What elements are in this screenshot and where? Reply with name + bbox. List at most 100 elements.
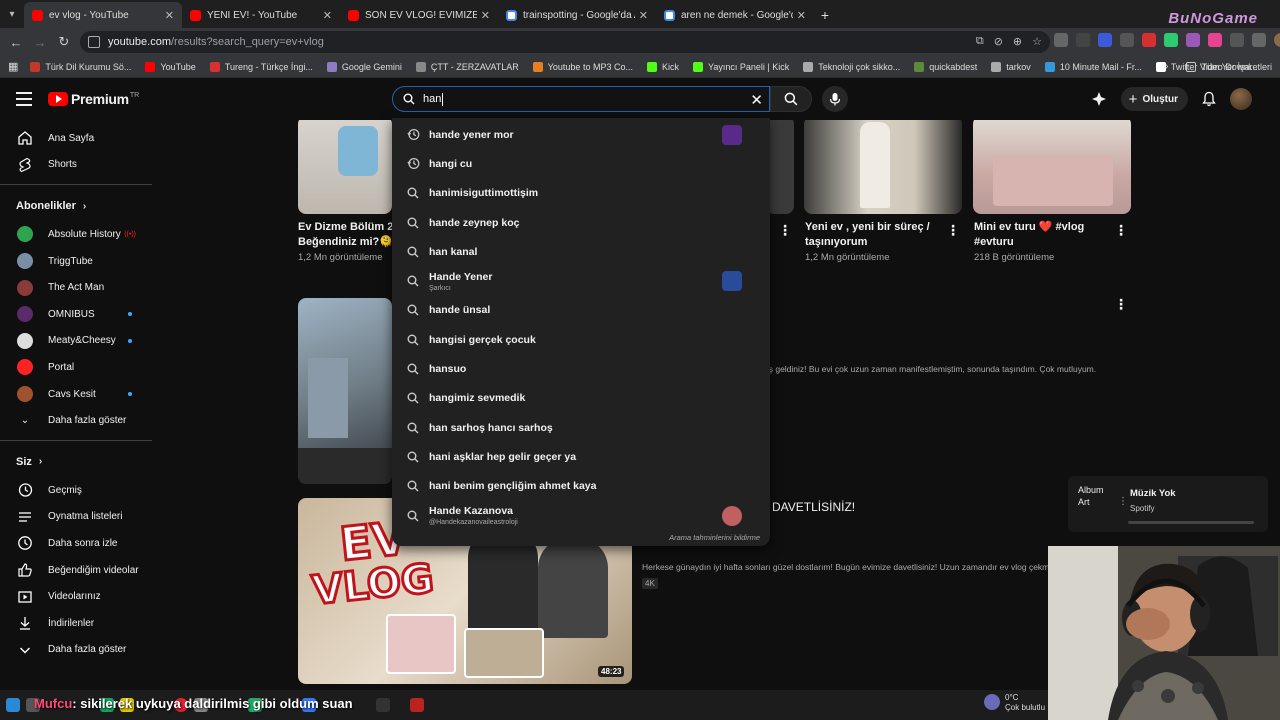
more-options-icon[interactable]: ⋮ [778,222,792,239]
bookmark-item[interactable]: Kick [646,61,679,72]
close-tab-icon[interactable]: ✕ [165,9,174,22]
video-thumbnail[interactable] [298,120,392,214]
search-button[interactable] [770,86,812,112]
notifications-bell-icon[interactable] [1202,91,1216,107]
bookmarks-overflow-icon[interactable]: » [1163,61,1169,72]
bookmark-item[interactable]: ÇTT - ZERZAVATLAR [415,61,519,72]
you-heading[interactable]: Siz › [0,447,152,477]
start-icon[interactable] [6,698,20,712]
cast-icon[interactable]: ⧉ [976,35,984,48]
video-thumbnail[interactable] [298,298,392,484]
close-tab-icon[interactable]: ✕ [797,9,806,22]
bookmark-item[interactable]: quickabdest [914,61,977,72]
sidebar-item[interactable]: Beğendiğim videolar [0,557,152,584]
sidebar-item[interactable]: Ana Sayfa [0,125,152,152]
browser-tab[interactable]: SON EV VLOG! EVİMİZE DAVETLİSİNİZ! ✕ [340,2,498,28]
extension-icon[interactable] [1142,33,1156,47]
extension-icon[interactable] [1054,33,1068,47]
taskbar-app-icon[interactable] [410,698,424,712]
video-title[interactable]: Ev Dizme Bölüm 2: Beğendiniz mi?🫠 [298,220,398,250]
video-thumbnail[interactable] [804,120,962,214]
bookmark-item[interactable]: Türk Dil Kurumu Sö... [30,61,131,72]
bookmark-item[interactable]: 10 Minute Mail - Fr... [1044,61,1142,72]
search-suggestion[interactable]: hani benim gençliğim ahmet kaya [392,472,770,501]
sidebar-item[interactable]: OMNIBUS [0,301,152,328]
browser-tab[interactable]: YENİ EV! - YouTube ✕ [182,2,340,28]
bookmark-item[interactable]: Yayıncı Paneli | Kick [692,61,789,72]
report-suggestions-link[interactable]: Arama tahminlerini bildirme [669,533,760,542]
search-suggestion[interactable]: hangi cu [392,149,770,178]
search-suggestion[interactable]: hande yener mor [392,120,770,149]
youtube-logo[interactable]: Premium TR [48,91,139,107]
show-more-subscriptions[interactable]: ⌄ Daha fazla göster [0,407,152,434]
video-title[interactable]: Yeni ev , yeni bir süreç / taşınıyorum [805,220,955,250]
video-thumbnail[interactable] [766,120,794,214]
site-info-icon[interactable] [88,36,100,48]
terminal-icon[interactable] [376,698,390,712]
video-title[interactable]: Mini ev turu ❤️ #vlog #evturu [974,220,1124,250]
browser-tab[interactable]: trainspotting - Google'da Ara ✕ [498,2,656,28]
weather-widget[interactable]: 0°C Çok bulutlu [1005,693,1045,713]
bookmark-item[interactable]: YouTube [145,61,196,72]
search-suggestion[interactable]: hani aşklar hep gelir geçer ya [392,442,770,471]
bookmark-item[interactable]: tarkov [991,61,1031,72]
search-suggestion[interactable]: hansuo [392,354,770,383]
voice-search-button[interactable] [822,86,848,112]
search-suggestion[interactable]: hande zeynep koç [392,208,770,237]
all-bookmarks-folder[interactable]: Tüm Yer İşaretleri [1186,61,1272,72]
eye-off-icon[interactable]: ⊘ [994,35,1003,48]
subscriptions-heading[interactable]: Abonelikler › [0,191,152,221]
account-avatar[interactable] [1230,88,1252,110]
search-suggestion[interactable]: hanimisiguttimottişim [392,179,770,208]
zoom-icon[interactable]: ⊕ [1013,35,1022,48]
bookmark-item[interactable]: Youtube to MP3 Co... [532,61,633,72]
sidebar-item[interactable]: Videolarınız [0,583,152,610]
search-suggestion[interactable]: han sarhoş hancı sarhoş [392,413,770,442]
close-tab-icon[interactable]: ✕ [481,9,490,22]
new-tab-button[interactable]: + [814,2,836,28]
create-button[interactable]: + Oluştur [1120,87,1188,111]
reload-button[interactable]: ↻ [52,34,76,50]
apps-grid-icon[interactable]: ▦ [8,60,18,73]
sidebar-item[interactable]: Absolute History ((•)) [0,221,152,248]
search-suggestion[interactable]: han kanal [392,237,770,266]
sidebar-item[interactable]: İndirilenler [0,610,152,637]
video-title[interactable]: DAVETLİSİNİZ! [772,500,855,515]
extension-icon[interactable] [1208,33,1222,47]
sidebar-item[interactable]: Daha fazla göster [0,637,152,664]
sidebar-item[interactable]: Cavs Kesit [0,381,152,408]
sidebar-item[interactable]: Portal [0,354,152,381]
extension-icon[interactable] [1120,33,1134,47]
browser-tab[interactable]: ev vlog - YouTube ✕ [24,2,182,28]
close-tab-icon[interactable]: ✕ [639,9,648,22]
gemini-sparkle-icon[interactable] [1091,91,1107,107]
sidebar-item[interactable]: The Act Man [0,274,152,301]
more-options-icon[interactable]: ⋮ [946,222,960,239]
search-suggestion[interactable]: Hande Kazanova @Handekazanovaileastroloji [392,501,770,530]
tab-search-icon[interactable]: ▾ [0,0,24,28]
sidebar-item[interactable]: Geçmiş [0,477,152,504]
more-options-icon[interactable]: ⋮ [1114,296,1128,313]
sidebar-item[interactable]: Oynatma listeleri [0,504,152,531]
extension-icon[interactable] [1098,33,1112,47]
browser-tab[interactable]: aren ne demek - Google'da Ara ✕ [656,2,814,28]
search-input[interactable]: han ✕ [392,86,770,112]
more-options-icon[interactable]: ⋮ [1114,222,1128,239]
search-suggestion[interactable]: hande ünsal [392,296,770,325]
extension-icon[interactable] [1186,33,1200,47]
address-bar[interactable]: youtube.com/results?search_query=ev+vlog… [80,31,1050,53]
back-button[interactable]: ← [4,35,28,50]
search-suggestion[interactable]: hangimiz sevmedik [392,384,770,413]
sidebar-item[interactable]: TriggTube [0,248,152,275]
bookmark-item[interactable]: Google Gemini [326,61,402,72]
search-suggestion[interactable]: hangisi gerçek çocuk [392,325,770,354]
extension-icon[interactable] [1076,33,1090,47]
extension-icon[interactable] [1164,33,1178,47]
forward-button[interactable]: → [28,35,52,50]
close-tab-icon[interactable]: ✕ [323,9,332,22]
clear-search-icon[interactable]: ✕ [750,91,763,109]
video-thumbnail[interactable] [973,120,1131,214]
bookmark-item[interactable]: Teknoloji çok sikko... [803,61,900,72]
bookmark-star-icon[interactable]: ☆ [1032,35,1042,48]
bookmark-item[interactable]: Tureng - Türkçe İngi... [209,61,313,72]
